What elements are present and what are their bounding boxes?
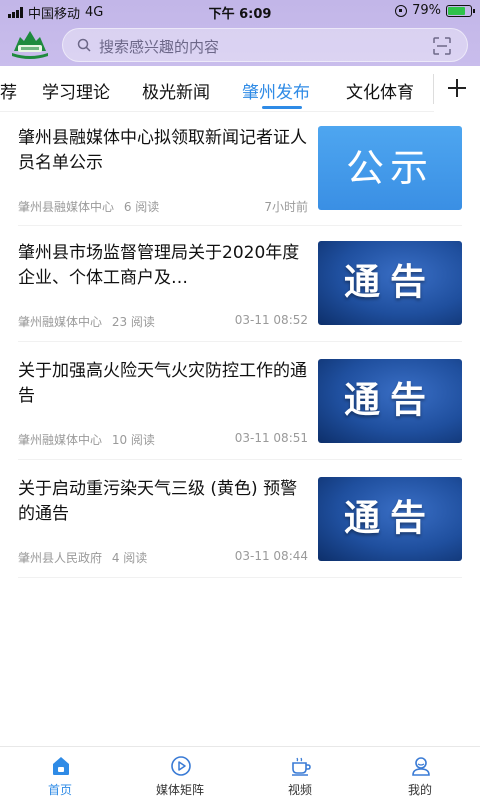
news-title: 肇州县融媒体中心拟领取新闻记者证人员名单公示 <box>18 128 307 173</box>
news-thumbnail[interactable]: 公示 <box>318 126 462 210</box>
news-item[interactable]: 肇州县融媒体中心拟领取新闻记者证人员名单公示 肇州县融媒体中心 6 阅读 7小时… <box>0 126 480 244</box>
news-title: 关于加强高火险天气火灾防控工作的通告 <box>18 361 307 406</box>
rotation-lock-icon <box>395 4 408 17</box>
tab-zhaozhou-release[interactable]: 肇州发布 <box>242 78 310 103</box>
battery-level-fill <box>448 6 465 15</box>
news-title: 关于启动重污染天气三级 (黄色) 预警的通告 <box>18 479 298 524</box>
news-source: 肇州融媒体中心 <box>18 433 103 447</box>
coffee-cup-icon <box>292 757 311 776</box>
nav-profile[interactable]: 我的 <box>360 747 480 800</box>
tab-study-theory[interactable]: 学习理论 <box>42 78 110 103</box>
divider <box>18 577 462 578</box>
active-tab-indicator <box>262 106 302 109</box>
thumbnail-text: 公示 <box>345 146 434 190</box>
app-logo-icon[interactable] <box>10 27 50 61</box>
battery-percent: 79% <box>412 3 441 18</box>
tab-culture-sports[interactable]: 文化体育 <box>346 78 414 103</box>
nav-label: 视频 <box>287 783 312 797</box>
search-input[interactable]: 搜索感兴趣的内容 <box>62 28 468 62</box>
app-header: 中国移动 4G 下午 6:09 79% 搜索感兴趣的内容 <box>0 0 480 66</box>
add-channel-button[interactable] <box>434 66 480 112</box>
divider <box>18 459 462 460</box>
news-reads: 4 阅读 <box>111 551 148 565</box>
status-right: 79% <box>395 3 475 18</box>
news-source: 肇州县融媒体中心 <box>18 200 115 214</box>
news-time: 03-11 08:51 <box>234 431 308 445</box>
thumbnail-text: 通告 <box>343 380 436 421</box>
thumbnail-text: 通告 <box>343 498 436 539</box>
news-time: 03-11 08:44 <box>234 549 308 563</box>
news-reads: 23 阅读 <box>111 315 155 329</box>
nav-label: 媒体矩阵 <box>155 783 204 797</box>
news-time: 03-11 08:52 <box>234 313 308 327</box>
home-icon <box>53 757 69 775</box>
news-meta: 肇州融媒体中心 10 阅读 03-11 08:51 <box>18 431 308 448</box>
news-source: 肇州县人民政府 <box>18 551 103 565</box>
news-thumbnail[interactable]: 通告 <box>318 241 462 325</box>
channel-tabs: 荐 学习理论 极光新闻 肇州发布 文化体育 <box>0 66 480 112</box>
battery-icon <box>446 4 475 17</box>
status-bar: 中国移动 4G 下午 6:09 79% <box>0 0 480 22</box>
search-placeholder: 搜索感兴趣的内容 <box>99 38 220 56</box>
bottom-nav: 首页 媒体矩阵 视频 我的 <box>0 746 480 800</box>
scan-icon[interactable] <box>433 37 451 55</box>
nav-media-matrix[interactable]: 媒体矩阵 <box>120 747 240 800</box>
news-thumbnail[interactable]: 通告 <box>318 477 462 561</box>
tab-recommend[interactable]: 荐 <box>0 78 17 103</box>
news-source: 肇州融媒体中心 <box>18 315 103 329</box>
news-title: 肇州县市场监督管理局关于2020年度企业、个体工商户及… <box>18 243 300 288</box>
search-icon <box>77 38 91 52</box>
nav-label: 首页 <box>47 783 72 797</box>
play-circle-icon <box>171 756 191 776</box>
nav-home[interactable]: 首页 <box>0 747 120 800</box>
nav-video[interactable]: 视频 <box>240 747 360 800</box>
news-reads: 10 阅读 <box>111 433 155 447</box>
tab-aurora-news[interactable]: 极光新闻 <box>142 78 210 103</box>
user-icon <box>412 757 430 776</box>
news-thumbnail[interactable]: 通告 <box>318 359 462 443</box>
thumbnail-text: 通告 <box>343 262 436 303</box>
divider <box>18 341 462 342</box>
news-meta: 肇州县人民政府 4 阅读 03-11 08:44 <box>18 549 308 566</box>
nav-label: 我的 <box>407 783 432 797</box>
news-reads: 6 阅读 <box>123 200 160 214</box>
news-meta: 肇州县融媒体中心 6 阅读 7小时前 <box>18 198 308 215</box>
news-time: 7小时前 <box>264 200 308 214</box>
divider <box>18 225 462 226</box>
news-meta: 肇州融媒体中心 23 阅读 03-11 08:52 <box>18 313 308 330</box>
